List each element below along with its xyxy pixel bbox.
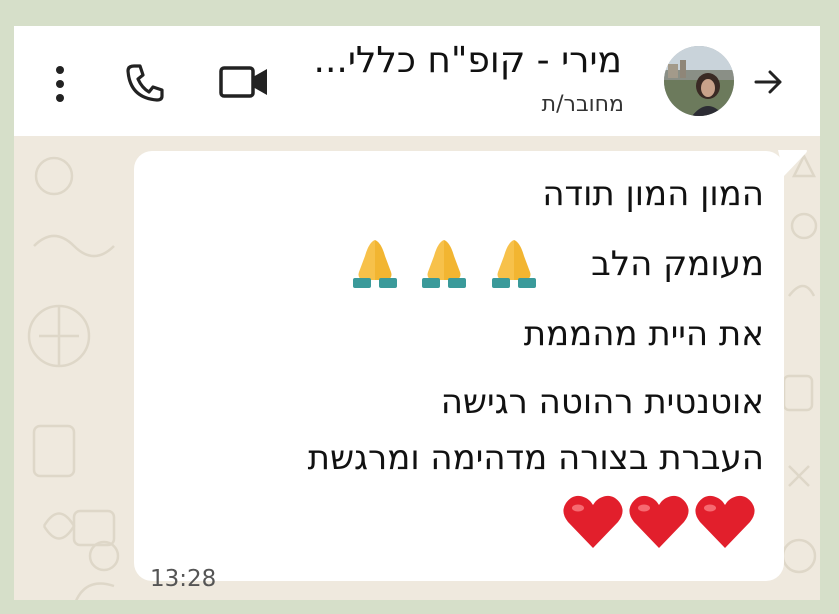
folded-hands-icon [422, 240, 466, 288]
phone-icon[interactable] [122, 60, 166, 104]
message-timestamp: 13:28 [150, 566, 217, 592]
chat-window: מירי - קופ"ח כללי... מחובר/ת המון המון ת… [14, 26, 820, 600]
back-arrow-icon[interactable] [750, 64, 786, 100]
contact-name[interactable]: מירי - קופ"ח כללי... [314, 40, 622, 81]
message-line-5: העברת בצורה מדהימה ומרגשת [307, 438, 764, 478]
avatar[interactable] [664, 46, 734, 116]
folded-hands-icon [492, 240, 536, 288]
message-line-3: את היית מהממת [523, 314, 764, 354]
chat-header: מירי - קופ"ח כללי... מחובר/ת [14, 26, 820, 136]
video-call-icon[interactable] [218, 62, 270, 102]
message-line-1: המון המון תודה [542, 174, 764, 214]
red-heart-icon [629, 495, 689, 548]
contact-status: מחובר/ת [541, 92, 624, 117]
message-line-2: מעומק הלב [591, 244, 764, 284]
avatar-photo [664, 46, 734, 116]
message-line-4: אוטנטית רהוטה רגישה [440, 382, 764, 422]
red-heart-icon [695, 495, 755, 548]
more-vert-icon[interactable] [50, 62, 70, 106]
folded-hands-icon [353, 240, 397, 288]
red-heart-icon [563, 495, 623, 548]
